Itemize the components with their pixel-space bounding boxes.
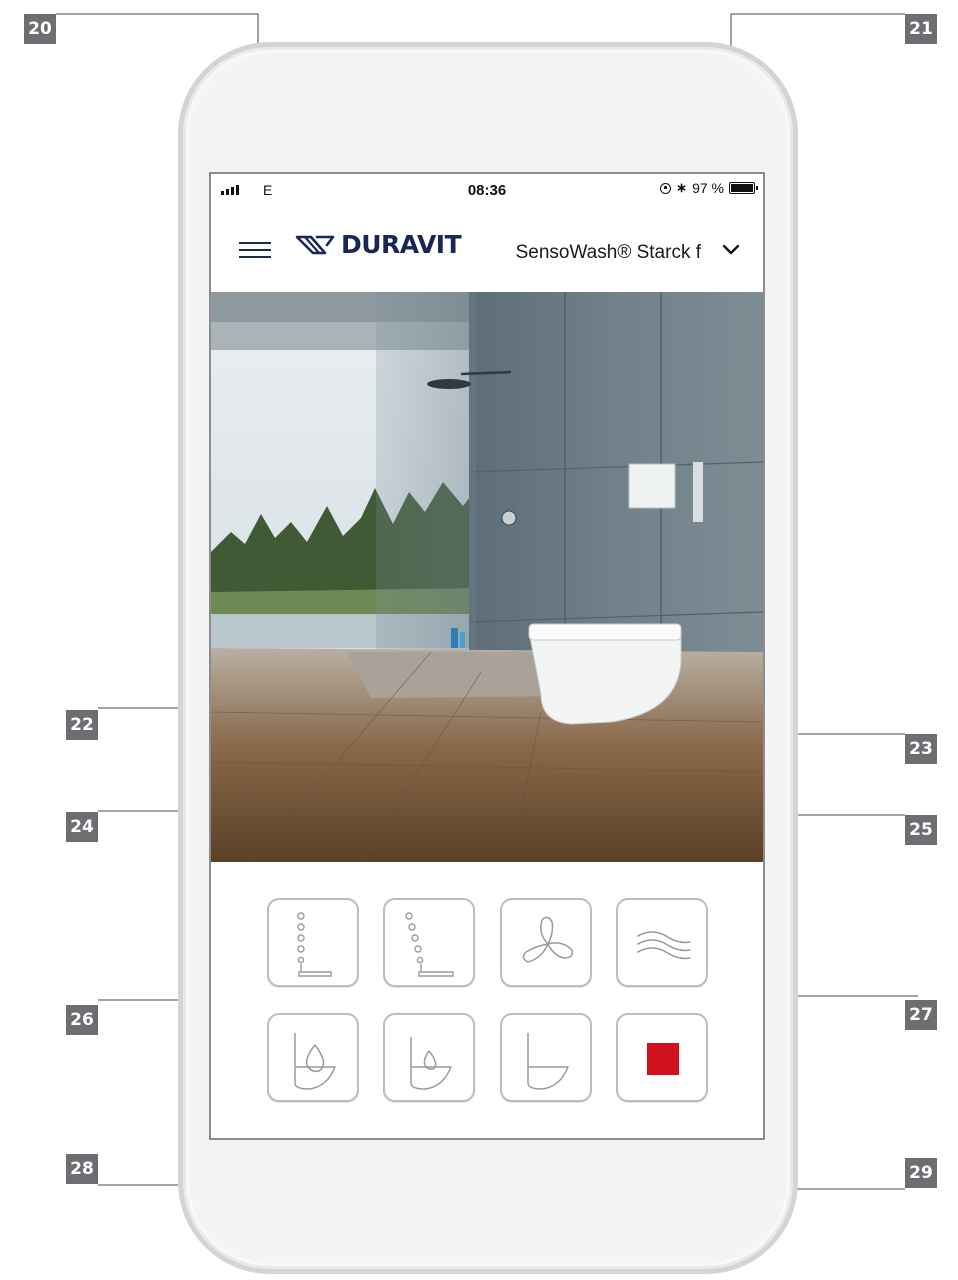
- rear-wash-button[interactable]: [267, 898, 359, 987]
- bluetooth-icon: ∗: [676, 180, 688, 195]
- brand-name: DURAVIT: [341, 230, 462, 259]
- battery-icon: [729, 182, 758, 194]
- duravit-logo: DURAVIT: [295, 230, 462, 259]
- device-name[interactable]: SensoWash® Starck f: [516, 242, 701, 264]
- seat-icon: [527, 1033, 569, 1090]
- air-waves-icon: [637, 931, 691, 960]
- callout-27: 27: [905, 1000, 937, 1030]
- dryer-button[interactable]: [500, 898, 592, 987]
- callout-23: 23: [905, 734, 937, 764]
- orientation-lock-icon: [660, 182, 672, 194]
- duravit-logo-mark: [295, 235, 335, 254]
- seat-drop-icon: [294, 1033, 336, 1090]
- fan-icon: [522, 916, 574, 963]
- status-bar: E 08:36 ∗ 97 %: [211, 174, 763, 204]
- seat-drop-small-icon: [410, 1037, 452, 1090]
- callout-22: 22: [66, 710, 98, 740]
- seat-button[interactable]: [500, 1013, 592, 1102]
- chevron-down-icon[interactable]: [721, 240, 741, 260]
- app-screen: E 08:36 ∗ 97 % DURAVIT SensoWash® Starck…: [209, 172, 765, 1140]
- callout-28: 28: [66, 1154, 98, 1184]
- callout-20: 20: [24, 14, 56, 44]
- lady-wash-button[interactable]: [383, 898, 475, 987]
- callout-26: 26: [66, 1005, 98, 1035]
- stop-button[interactable]: [616, 1013, 708, 1102]
- callout-21: 21: [905, 14, 937, 44]
- app-header: DURAVIT SensoWash® Starck f: [211, 214, 763, 284]
- stop-square-icon: [647, 1043, 679, 1075]
- lady-wash-icon: [405, 912, 454, 977]
- odor-extraction-button[interactable]: [616, 898, 708, 987]
- seat-drop-button[interactable]: [267, 1013, 359, 1102]
- rear-wash-icon: [297, 912, 332, 977]
- bathroom-photo: [211, 292, 763, 862]
- callout-25: 25: [905, 815, 937, 845]
- seat-drop-small-button[interactable]: [383, 1013, 475, 1102]
- callout-24: 24: [66, 812, 98, 842]
- callout-29: 29: [905, 1158, 937, 1188]
- battery-percent: 97 %: [692, 180, 724, 196]
- menu-button[interactable]: [239, 240, 271, 260]
